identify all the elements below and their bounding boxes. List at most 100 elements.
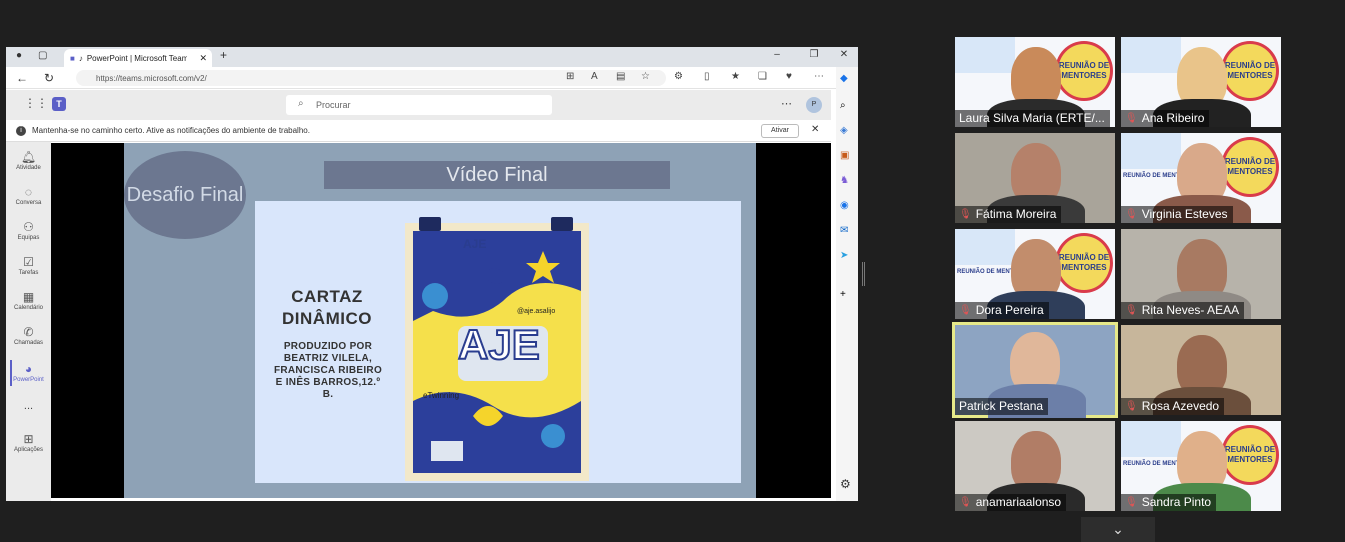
slide-content-panel: CARTAZ DINÂMICO PRODUZIDO POR BEATRIZ VI…: [255, 201, 741, 483]
participant-tile[interactable]: 🎙︎ Rita Neves- AEAA: [1121, 229, 1281, 319]
browser-essentials-icon[interactable]: ♥: [786, 71, 792, 82]
favorites-icon[interactable]: ★: [731, 71, 740, 82]
participant-tile[interactable]: REUNIÃO DE MENTORES REUNIÃO DE MENTORES …: [955, 229, 1115, 319]
search-input[interactable]: ⌕ Procurar: [286, 95, 552, 115]
poster-image: AJE AJE @aje.asalijo eTwinning: [405, 217, 589, 481]
participant-name-text: Rita Neves- AEAA: [1141, 303, 1240, 317]
teams-header: ⋮⋮⋮ T ⌕ Procurar ⋯ P: [6, 90, 831, 120]
calendar-icon: ▦: [22, 290, 35, 304]
presentation-area: Desafio Final Vídeo Final CARTAZ DINÂMIC…: [51, 143, 831, 498]
rail-item-apps[interactable]: ⊞ Aplicações: [6, 432, 51, 453]
participant-tile[interactable]: REUNIÃO DE MENTORES REUNIÃO DE MENTORES …: [1121, 421, 1281, 511]
split-screen-icon[interactable]: ▯: [704, 71, 710, 82]
mic-off-icon: 🎙︎: [1125, 209, 1138, 220]
rail-item-more[interactable]: ...: [6, 400, 51, 412]
phone-icon: ✆: [23, 325, 34, 339]
browser-tab[interactable]: ■ ♪ PowerPoint | Microsoft Teams ✕: [64, 49, 212, 67]
teams-logo-icon: T: [52, 97, 66, 111]
more-options-icon[interactable]: ⋯: [781, 97, 792, 110]
binder-clip-icon: [551, 217, 573, 231]
microsoft365-icon[interactable]: ◉: [840, 200, 849, 211]
chat-icon: ◌: [24, 185, 33, 199]
desafio-badge: Desafio Final: [124, 151, 246, 239]
tab-close-icon[interactable]: ✕: [199, 53, 207, 64]
tile-banner-accent: [1121, 421, 1181, 457]
rail-item-powerpoint[interactable]: ◕ PowerPoint: [6, 362, 51, 383]
tools-icon[interactable]: ▣: [840, 150, 849, 161]
mic-off-icon: 🎙︎: [1125, 305, 1138, 316]
outlook-icon[interactable]: ✉: [840, 225, 848, 236]
avatar[interactable]: P: [806, 97, 822, 113]
rail-label: Atividade: [16, 165, 41, 171]
address-bar-row: ← ↻ https://teams.microsoft.com/v2/ ⊞ A …: [6, 67, 858, 89]
profile-icon[interactable]: ●: [16, 50, 22, 61]
new-tab-icon[interactable]: +: [220, 48, 227, 62]
participant-tile[interactable]: 🎙︎ Rosa Azevedo: [1121, 325, 1281, 415]
more-icon: ...: [23, 400, 34, 412]
participant-name: 🎙︎ Virginia Esteves: [1121, 206, 1233, 223]
rail-item-calendar[interactable]: ▦ Calendário: [6, 290, 51, 311]
participant-tile[interactable]: REUNIÃO DE MENTORES Laura Silva Maria (E…: [955, 37, 1115, 127]
reuniao-badge: REUNIÃO DE MENTORES: [1055, 41, 1113, 101]
chevron-down-icon: ⌄: [1112, 521, 1124, 537]
rail-item-activity[interactable]: 🔔︎ Atividade: [6, 150, 51, 171]
participant-tile[interactable]: 🎙︎ anamariaalonso: [955, 421, 1115, 511]
participant-tile[interactable]: REUNIÃO DE MENTORES REUNIÃO DE MENTORES …: [1121, 133, 1281, 223]
activate-button[interactable]: Ativar: [761, 124, 799, 138]
participant-name-text: Rosa Azevedo: [1141, 399, 1220, 413]
teams-app-rail: 🔔︎ Atividade ◌ Conversa ⚇ Equipas ☑ Tare…: [6, 142, 51, 501]
notification-bar: i Mantenha-se no caminho certo. Ative as…: [6, 120, 831, 142]
rail-label: Tarefas: [18, 270, 39, 276]
tile-banner-accent: [955, 229, 1015, 265]
copilot-icon[interactable]: ◆: [840, 73, 848, 84]
cartaz-heading: CARTAZ DINÂMICO: [267, 286, 387, 330]
show-more-participants-button[interactable]: ⌄: [1081, 517, 1155, 542]
shopping-icon[interactable]: ◈: [840, 125, 848, 136]
rail-item-chat[interactable]: ◌ Conversa: [6, 185, 51, 206]
tile-banner-accent: [1121, 37, 1181, 73]
back-icon[interactable]: ←: [16, 71, 28, 85]
participant-name-text: Virginia Esteves: [1141, 207, 1228, 221]
rail-label: Equipas: [17, 235, 40, 241]
telegram-icon[interactable]: ➤: [840, 250, 848, 261]
meeting-stage: ● ▢ ■ ♪ PowerPoint | Microsoft Teams ✕ +…: [0, 0, 1345, 542]
poster-etwinning-label: eTwinning: [423, 391, 460, 400]
rail-item-teams[interactable]: ⚇ Equipas: [6, 220, 51, 241]
poster-logo-large: AJE: [457, 320, 541, 369]
extensions-icon[interactable]: ⚙: [674, 71, 683, 82]
participant-tile-active[interactable]: Patrick Pestana: [952, 322, 1118, 418]
reuniao-badge: REUNIÃO DE MENTORES: [1055, 233, 1113, 293]
participant-tile[interactable]: 🎙︎ Fátima Moreira: [955, 133, 1115, 223]
rail-label: Chamadas: [13, 340, 43, 346]
maximize-icon[interactable]: ❐: [803, 49, 825, 60]
cartaz-line-2: DINÂMICO: [282, 309, 372, 328]
poster-instagram-handle: @aje.asalijo: [517, 308, 556, 315]
games-icon[interactable]: ♞: [840, 175, 849, 186]
slide-banner-title: Vídeo Final: [324, 161, 670, 189]
search-placeholder: Procurar: [316, 100, 351, 110]
settings-more-icon[interactable]: ⋯: [814, 71, 824, 82]
rail-item-tasks[interactable]: ☑ Tarefas: [6, 255, 51, 276]
minimize-icon[interactable]: –: [766, 49, 788, 60]
rail-item-calls[interactable]: ✆ Chamadas: [6, 325, 51, 346]
app-available-icon[interactable]: ⊞: [566, 71, 574, 82]
credits-text: PRODUZIDO POR BEATRIZ VILELA, FRANCISCA …: [273, 341, 383, 400]
refresh-icon[interactable]: ↻: [44, 71, 54, 85]
pane-splitter[interactable]: [862, 262, 865, 286]
settings-gear-icon[interactable]: ⚙: [840, 477, 851, 491]
reuniao-badge: REUNIÃO DE MENTORES: [1221, 425, 1279, 485]
url-field[interactable]: https://teams.microsoft.com/v2/: [76, 70, 666, 86]
close-window-icon[interactable]: ✕: [833, 49, 855, 60]
search-sidebar-icon[interactable]: ⌕: [840, 100, 846, 111]
participant-name-text: Laura Silva Maria (ERTE/...: [959, 111, 1105, 125]
favorite-star-icon[interactable]: ☆: [641, 71, 650, 82]
participant-tile[interactable]: REUNIÃO DE MENTORES 🎙︎ Ana Ribeiro: [1121, 37, 1281, 127]
tab-actions-icon[interactable]: ▢: [38, 50, 47, 61]
binder-clip-icon: [419, 217, 441, 231]
read-aloud-icon[interactable]: A: [591, 71, 598, 82]
add-sidebar-icon[interactable]: +: [840, 289, 846, 300]
participant-name-text: Dora Pereira: [975, 303, 1044, 317]
notification-close-icon[interactable]: ✕: [811, 124, 819, 135]
immersive-reader-icon[interactable]: ▤: [616, 71, 625, 82]
collections-icon[interactable]: ❏: [758, 71, 767, 82]
